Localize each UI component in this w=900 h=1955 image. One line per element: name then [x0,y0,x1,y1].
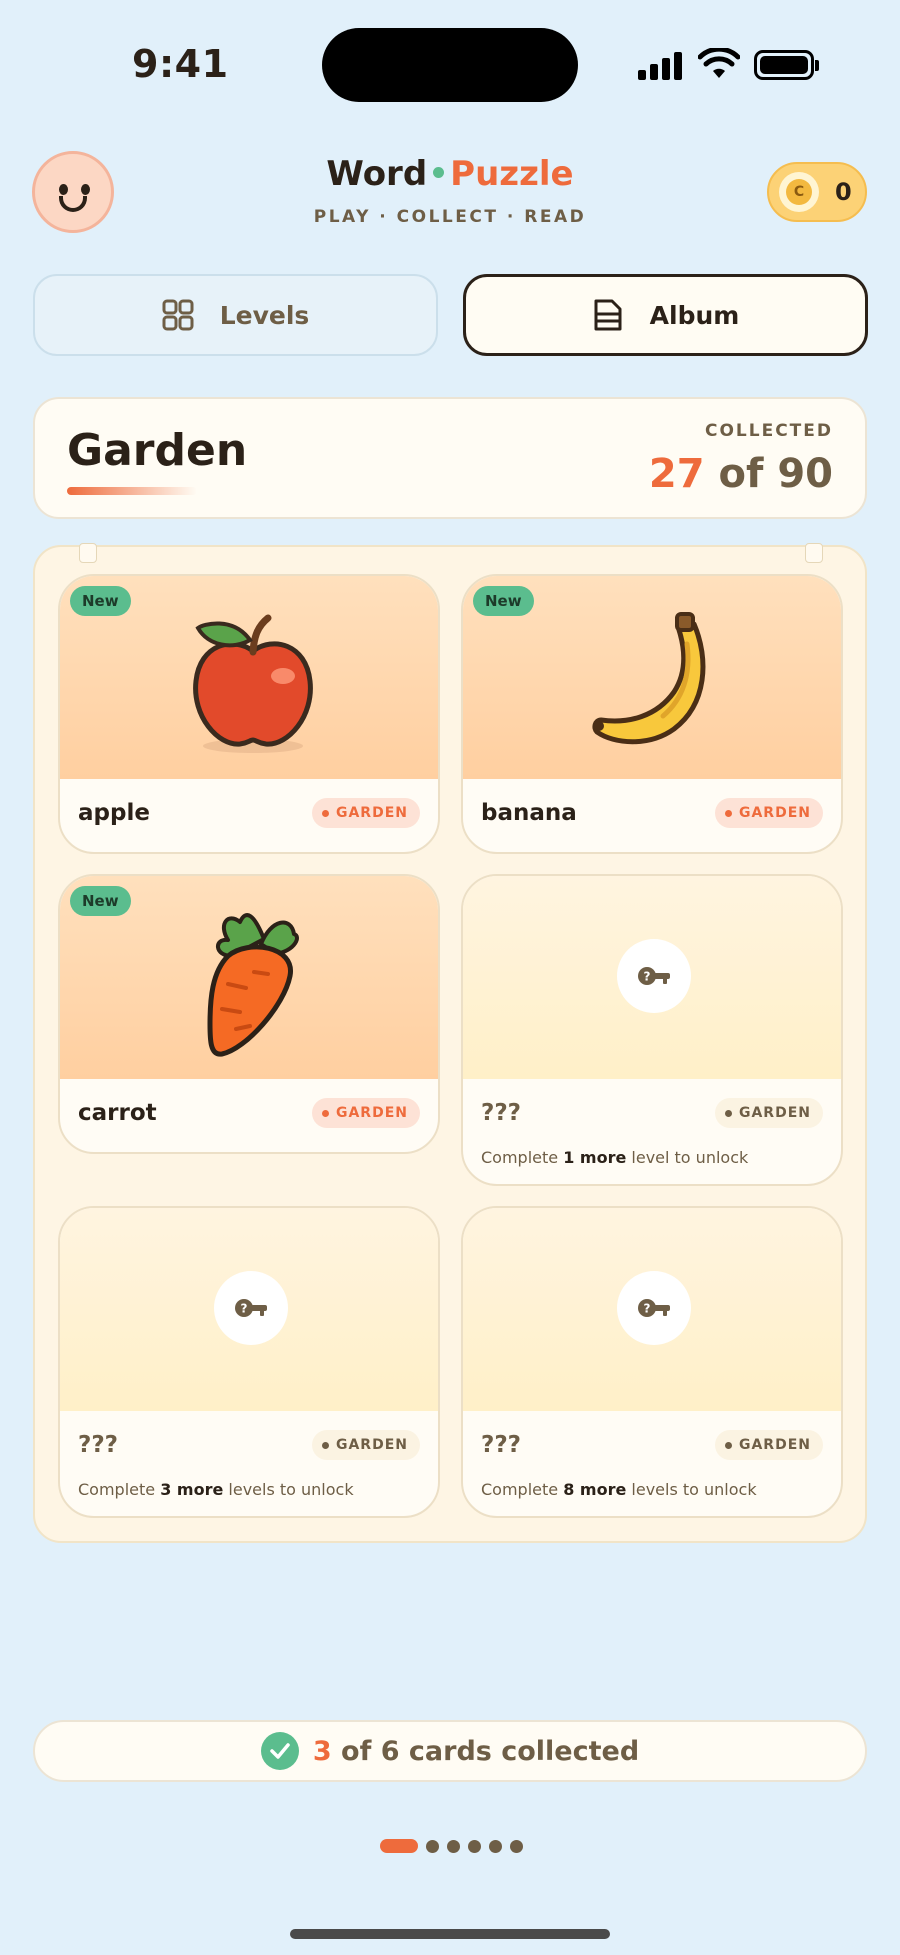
page-dot[interactable] [447,1839,460,1853]
locked-card[interactable]: ? ??? GARDEN Complete 8 more levels to u… [461,1206,843,1518]
card-word: ??? [78,1432,119,1458]
checkmark-icon [260,1732,299,1770]
collection-header: Garden COLLECTED 27 of 90 [33,397,867,519]
app-title: Word Puzzle [250,154,650,194]
grid-icon [162,299,194,331]
collected-number: 27 [648,451,705,497]
title-underline [67,487,197,495]
tagline: PLAY · COLLECT · READ [313,207,587,227]
collection-progress: 3 of 6 cards collected [33,1720,867,1782]
tab-album-label: Album [649,300,740,330]
card-word: ??? [481,1432,522,1458]
avatar[interactable] [32,151,114,233]
card-word: ??? [481,1100,522,1126]
collected-total: of 90 [718,451,833,497]
svg-text:?: ? [644,1302,651,1316]
coin-count: 0 [835,178,852,206]
category-tag: GARDEN [311,798,420,828]
locked-card[interactable]: ? ??? GARDEN Complete 3 more levels to u… [58,1206,440,1518]
category-tag: GARDEN [714,798,823,828]
tape-corner [79,543,97,563]
new-badge: New [70,886,131,916]
collected-count: 27 of 90 [649,451,833,497]
svg-text:?: ? [644,970,651,984]
collected-cards-text: of 6 cards collected [341,1735,640,1767]
tape-corner [805,543,823,563]
wifi-icon [698,48,740,78]
home-indicator[interactable] [290,1929,610,1939]
category-tag: GARDEN [714,1430,823,1460]
lock-key-icon: ? [214,1271,288,1345]
app-title-word-2: Puzzle [450,154,574,194]
tab-album[interactable]: Album [463,274,868,356]
lock-key-icon: ? [617,939,691,1013]
tab-levels[interactable]: Levels [33,274,438,356]
page-dot[interactable] [489,1839,502,1853]
tab-levels-label: Levels [219,300,310,330]
svg-text:?: ? [241,1302,248,1316]
apple-icon [193,614,313,753]
dynamic-island [322,28,578,102]
page-indicator[interactable] [380,1839,523,1853]
app-title-word-1: Word [326,154,428,194]
coin-icon: C [779,172,819,212]
coin-balance[interactable]: C 0 [767,162,867,222]
title-dot [433,167,445,178]
collected-cards-count: 3 [312,1735,332,1767]
unlock-hint: Complete 3 more levels to unlock [78,1480,354,1499]
cellular-signal-icon [638,50,682,80]
unlock-hint: Complete 8 more levels to unlock [481,1480,757,1499]
word-card-apple[interactable]: New apple GARDEN [58,574,440,854]
category-tag: GARDEN [714,1098,823,1128]
collection-title: Garden [67,425,248,476]
album-panel: New apple GARDEN New banana GARDEN New c… [33,543,867,1543]
carrot-icon [207,913,299,1057]
page-dot[interactable] [426,1839,439,1853]
page-dot[interactable] [468,1839,481,1853]
category-tag: GARDEN [311,1098,420,1128]
word-card-carrot[interactable]: New carrot GARDEN [58,874,440,1154]
new-badge: New [473,586,534,616]
card-word: apple [78,800,150,826]
document-icon [594,299,622,331]
page-dot-active[interactable] [380,1839,418,1853]
card-word: banana [481,800,577,826]
collected-label: COLLECTED [704,421,833,441]
status-time: 9:41 [132,42,229,86]
word-card-banana[interactable]: New banana GARDEN [461,574,843,854]
lock-key-icon: ? [617,1271,691,1345]
banana-icon [592,612,706,745]
unlock-hint: Complete 1 more level to unlock [481,1148,749,1167]
locked-card[interactable]: ? ??? GARDEN Complete 1 more level to un… [461,874,843,1186]
category-tag: GARDEN [311,1430,420,1460]
card-word: carrot [78,1100,157,1126]
page-dot[interactable] [510,1839,523,1853]
battery-icon [754,50,814,80]
new-badge: New [70,586,131,616]
